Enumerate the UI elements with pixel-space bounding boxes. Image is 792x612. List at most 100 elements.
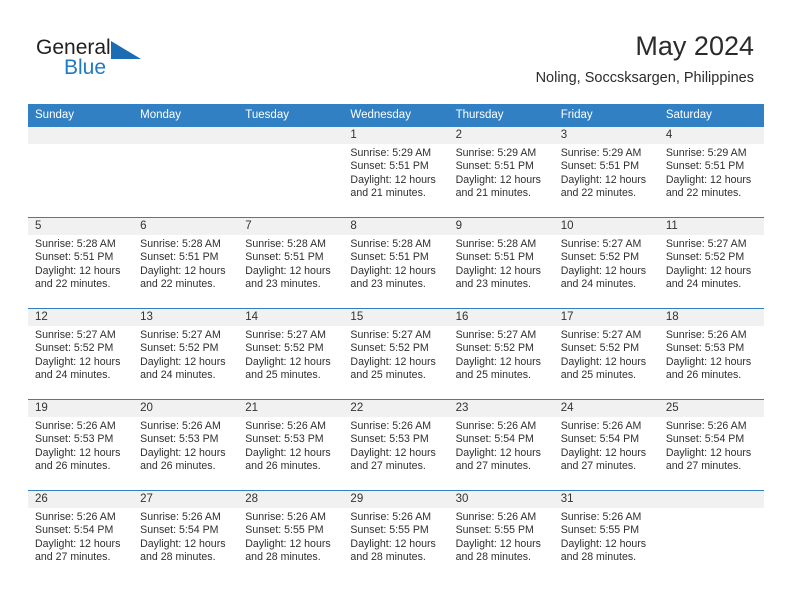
day-detail-sunset: Sunset: 5:53 PM <box>140 433 219 446</box>
calendar-day-cell[interactable]: 26 Sunrise: 5:26 AM Sunset: 5:54 PM Dayligh… <box>28 490 134 581</box>
day-number: 20 <box>133 400 239 417</box>
day-detail-sunrise: Sunrise: 5:27 AM <box>455 329 537 341</box>
day-detail-daylight2: and 22 minutes. <box>560 187 637 200</box>
day-detail-daylight2: and 24 minutes. <box>665 278 742 291</box>
weekday-header-friday: Friday <box>553 104 659 127</box>
day-number: 8 <box>343 218 449 235</box>
day-detail-daylight2: and 28 minutes. <box>140 551 216 564</box>
day-detail-daylight2: and 26 minutes. <box>245 460 321 473</box>
day-detail-sunset: Sunset: 5:52 PM <box>560 342 640 355</box>
day-number <box>658 491 764 508</box>
calendar-day-cell[interactable]: 11 Sunrise: 5:27 AM Sunset: 5:52 PM Dayligh… <box>658 217 764 309</box>
day-detail-daylight2: and 24 minutes. <box>560 278 637 291</box>
day-details: Sunrise: 5:27 AM Sunset: 5:52 PM Daylight:… <box>449 326 554 383</box>
day-detail-sunset: Sunset: 5:51 PM <box>245 251 324 264</box>
calendar-day-cell[interactable]: 30 Sunrise: 5:26 AM Sunset: 5:55 PM Dayligh… <box>448 490 554 581</box>
calendar-day-cell[interactable]: 28 Sunrise: 5:26 AM Sunset: 5:55 PM Dayligh… <box>238 490 344 581</box>
day-detail-sunset: Sunset: 5:52 PM <box>350 342 429 355</box>
day-detail-daylight1: Daylight: 12 hours <box>35 537 121 550</box>
day-detail-sunrise: Sunrise: 5:28 AM <box>35 238 116 250</box>
day-detail-sunrise: Sunrise: 5:26 AM <box>665 420 747 432</box>
day-detail-sunset: Sunset: 5:54 PM <box>35 524 114 537</box>
day-details: Sunrise: 5:26 AM Sunset: 5:55 PM Daylight:… <box>238 508 343 565</box>
day-detail-sunset: Sunset: 5:53 PM <box>665 342 745 355</box>
calendar-day-cell[interactable]: 31 Sunrise: 5:26 AM Sunset: 5:55 PM Dayligh… <box>553 490 659 581</box>
day-detail-daylight2: and 21 minutes. <box>455 187 531 200</box>
day-details: Sunrise: 5:26 AM Sunset: 5:54 PM Daylight:… <box>28 508 133 565</box>
day-detail-sunrise: Sunrise: 5:28 AM <box>245 238 326 250</box>
calendar-day-cell[interactable]: 12 Sunrise: 5:27 AM Sunset: 5:52 PM Dayligh… <box>28 308 134 400</box>
calendar-day-cell[interactable]: 20 Sunrise: 5:26 AM Sunset: 5:53 PM Dayligh… <box>133 399 239 491</box>
day-detail-sunset: Sunset: 5:51 PM <box>35 251 114 264</box>
day-number: 12 <box>28 309 134 326</box>
calendar-day-cell[interactable]: 13 Sunrise: 5:27 AM Sunset: 5:52 PM Dayligh… <box>133 308 239 400</box>
page-title: May 2024 <box>635 31 754 61</box>
day-detail-sunrise: Sunrise: 5:27 AM <box>350 329 432 341</box>
day-details: Sunrise: 5:27 AM Sunset: 5:52 PM Daylight:… <box>659 235 764 292</box>
day-detail-sunrise: Sunrise: 5:26 AM <box>245 420 326 432</box>
weekday-header-thursday: Thursday <box>448 104 554 127</box>
general-blue-logo[interactable]: General Blue <box>36 36 166 82</box>
calendar-day-cell[interactable]: 15 Sunrise: 5:27 AM Sunset: 5:52 PM Dayligh… <box>343 308 449 400</box>
calendar-day-cell[interactable]: 24 Sunrise: 5:26 AM Sunset: 5:54 PM Dayligh… <box>553 399 659 491</box>
day-detail-sunset: Sunset: 5:51 PM <box>140 251 219 264</box>
day-detail-daylight2: and 26 minutes. <box>140 460 216 473</box>
day-detail-daylight1: Daylight: 12 hours <box>140 537 226 550</box>
day-number: 14 <box>238 309 344 326</box>
logo-text-blue: Blue <box>64 56 107 79</box>
day-detail-daylight1: Daylight: 12 hours <box>665 355 752 368</box>
calendar-day-cell[interactable]: 4 Sunrise: 5:29 AM Sunset: 5:51 PM Daylight… <box>658 126 764 218</box>
day-detail-daylight2: and 25 minutes. <box>245 369 321 382</box>
day-detail-sunrise: Sunrise: 5:26 AM <box>560 511 642 523</box>
day-detail-sunset: Sunset: 5:55 PM <box>350 524 429 537</box>
day-detail-daylight1: Daylight: 12 hours <box>350 264 436 277</box>
day-number: 22 <box>343 400 449 417</box>
day-details: Sunrise: 5:26 AM Sunset: 5:53 PM Daylight:… <box>238 417 343 474</box>
calendar-week-row: 5 Sunrise: 5:28 AM Sunset: 5:51 PM Daylight… <box>28 217 764 309</box>
calendar-day-cell[interactable]: 27 Sunrise: 5:26 AM Sunset: 5:54 PM Dayligh… <box>133 490 239 581</box>
calendar-day-cell[interactable]: 9 Sunrise: 5:28 AM Sunset: 5:51 PM Daylight… <box>448 217 554 309</box>
calendar-day-cell[interactable]: 10 Sunrise: 5:27 AM Sunset: 5:52 PM Dayligh… <box>553 217 659 309</box>
day-number: 19 <box>28 400 134 417</box>
day-detail-daylight1: Daylight: 12 hours <box>350 173 436 186</box>
calendar-day-cell[interactable]: 16 Sunrise: 5:27 AM Sunset: 5:52 PM Dayligh… <box>448 308 554 400</box>
day-details: Sunrise: 5:26 AM Sunset: 5:54 PM Daylight:… <box>449 417 554 474</box>
calendar-day-cell[interactable]: 3 Sunrise: 5:29 AM Sunset: 5:51 PM Daylight… <box>553 126 659 218</box>
calendar-day-cell[interactable]: 25 Sunrise: 5:26 AM Sunset: 5:54 PM Dayligh… <box>658 399 764 491</box>
day-number <box>28 127 134 144</box>
day-detail-daylight1: Daylight: 12 hours <box>455 446 541 459</box>
day-number <box>133 127 239 144</box>
day-detail-daylight2: and 27 minutes. <box>350 460 426 473</box>
day-detail-sunset: Sunset: 5:51 PM <box>350 251 429 264</box>
day-details: Sunrise: 5:27 AM Sunset: 5:52 PM Daylight:… <box>343 326 448 383</box>
calendar-day-cell[interactable]: 7 Sunrise: 5:28 AM Sunset: 5:51 PM Daylight… <box>238 217 344 309</box>
calendar-day-cell[interactable]: 1 Sunrise: 5:29 AM Sunset: 5:51 PM Daylight… <box>343 126 449 218</box>
calendar-day-cell[interactable]: 19 Sunrise: 5:26 AM Sunset: 5:53 PM Dayligh… <box>28 399 134 491</box>
calendar-day-cell[interactable]: 17 Sunrise: 5:27 AM Sunset: 5:52 PM Dayligh… <box>553 308 659 400</box>
calendar-day-cell[interactable]: 14 Sunrise: 5:27 AM Sunset: 5:52 PM Dayligh… <box>238 308 344 400</box>
day-detail-sunset: Sunset: 5:52 PM <box>665 251 745 264</box>
calendar-day-cell[interactable]: 5 Sunrise: 5:28 AM Sunset: 5:51 PM Daylight… <box>28 217 134 309</box>
day-detail-sunrise: Sunrise: 5:27 AM <box>35 329 116 341</box>
calendar-day-cell[interactable]: 23 Sunrise: 5:26 AM Sunset: 5:54 PM Dayligh… <box>448 399 554 491</box>
day-detail-sunrise: Sunrise: 5:26 AM <box>350 420 432 432</box>
calendar-page: General Blue May 2024 Noling, Soccsksarg… <box>0 0 792 612</box>
calendar-day-cell[interactable]: 18 Sunrise: 5:26 AM Sunset: 5:53 PM Dayligh… <box>658 308 764 400</box>
day-details: Sunrise: 5:28 AM Sunset: 5:51 PM Daylight:… <box>449 235 554 292</box>
calendar-day-cell[interactable]: 21 Sunrise: 5:26 AM Sunset: 5:53 PM Dayligh… <box>238 399 344 491</box>
calendar-day-cell[interactable]: 29 Sunrise: 5:26 AM Sunset: 5:55 PM Dayligh… <box>343 490 449 581</box>
day-detail-sunrise: Sunrise: 5:29 AM <box>350 147 432 159</box>
day-detail-sunrise: Sunrise: 5:27 AM <box>140 329 221 341</box>
calendar-day-cell[interactable]: 22 Sunrise: 5:26 AM Sunset: 5:53 PM Dayligh… <box>343 399 449 491</box>
calendar-day-cell[interactable]: 8 Sunrise: 5:28 AM Sunset: 5:51 PM Daylight… <box>343 217 449 309</box>
day-detail-sunrise: Sunrise: 5:26 AM <box>140 420 221 432</box>
day-details: Sunrise: 5:27 AM Sunset: 5:52 PM Daylight:… <box>28 326 133 383</box>
day-detail-sunrise: Sunrise: 5:29 AM <box>560 147 642 159</box>
day-details: Sunrise: 5:26 AM Sunset: 5:53 PM Daylight:… <box>659 326 764 383</box>
day-detail-daylight2: and 22 minutes. <box>35 278 111 291</box>
calendar-day-cell[interactable]: 2 Sunrise: 5:29 AM Sunset: 5:51 PM Daylight… <box>448 126 554 218</box>
day-number: 26 <box>28 491 134 508</box>
day-detail-daylight2: and 27 minutes. <box>560 460 637 473</box>
day-detail-sunset: Sunset: 5:53 PM <box>35 433 114 446</box>
calendar-day-cell[interactable]: 6 Sunrise: 5:28 AM Sunset: 5:51 PM Daylight… <box>133 217 239 309</box>
